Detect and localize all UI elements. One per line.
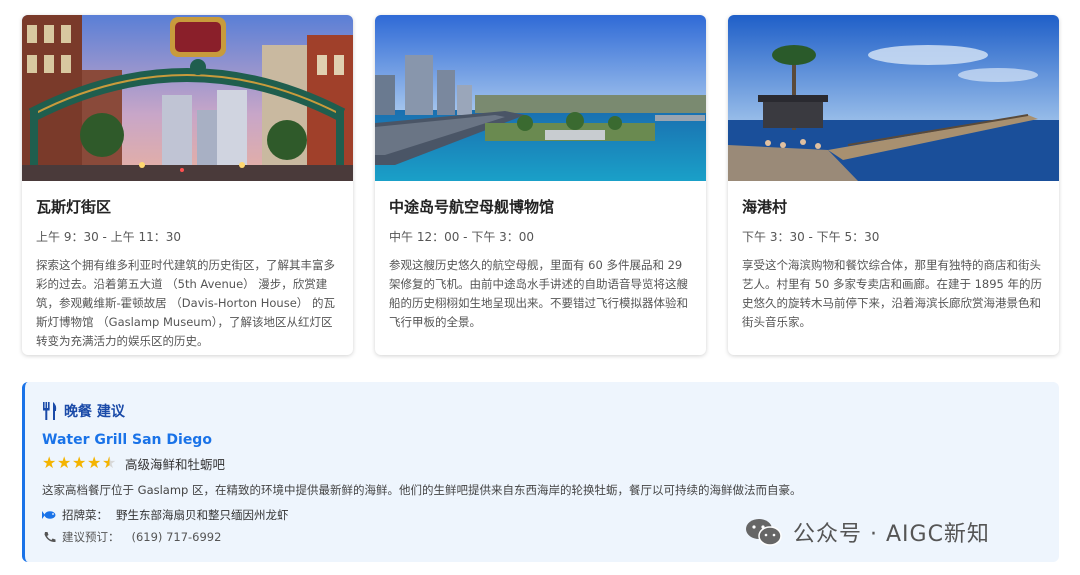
wechat-icon [746,519,782,546]
half-star-icon: ★ [102,453,117,472]
star-icon: ★ [57,453,72,472]
phone-number[interactable]: (619) 717-6992 [132,530,222,544]
card-title: 海港村 [742,198,788,216]
seaport-pier-photo [728,15,1059,181]
signature-value: 野生东部海扇贝和整只缅因州龙虾 [116,508,289,522]
card-time: 下午 3：30 - 下午 5：30 [742,230,880,244]
star-icon: ★ [72,453,87,472]
signature-label: 招牌菜： [62,508,108,522]
restaurant-type: 高级海鲜和牡蛎吧 [125,456,226,472]
wechat-watermark: 公众号 · AIGC新知 [745,515,990,549]
card-description: 探索这个拥有维多利亚时代建筑的历史街区，了解其丰富多彩的过去。沿着第五大道 （5… [36,258,335,348]
attraction-card-midway[interactable]: 中途岛号航空母舰博物馆 中午 12：00 - 下午 3：00 参观这艘历史悠久的… [375,15,706,355]
star-rating: ★ ★ ★ ★ ★ [42,454,117,472]
card-description: 享受这个海滨购物和餐饮综合体，那里有独特的商店和街头艺人。村里有 50 多家专卖… [742,258,1043,329]
restaurant-description: 这家高档餐厅位于 Gaslamp 区，在精致的环境中提供最新鲜的海鲜。他们的生鲜… [42,483,802,497]
attraction-card-seaport[interactable]: 海港村 下午 3：30 - 下午 5：30 享受这个海滨购物和餐饮综合体，那里有… [728,15,1059,355]
card-time: 中午 12：00 - 下午 3：00 [389,230,535,244]
star-icon: ★ [87,453,102,472]
harbor-carrier-photo [375,15,706,181]
phone-icon [44,532,56,543]
card-title: 瓦斯灯街区 [36,198,112,216]
star-icon: ★ [42,453,57,472]
attraction-card-gaslamp[interactable]: 瓦斯灯街区 上午 9：30 - 上午 11：30 探索这个拥有维多利亚时代建筑的… [22,15,353,355]
attraction-cards: 瓦斯灯街区 上午 9：30 - 上午 11：30 探索这个拥有维多利亚时代建筑的… [22,15,1060,355]
card-title: 中途岛号航空母舰博物馆 [389,198,555,216]
fish-icon [42,511,56,519]
card-description: 参观这艘历史悠久的航空母舰，里面有 60 多件展品和 29 架修复的飞机。由前中… [389,258,688,329]
watermark-text: 公众号 · AIGC新知 [793,522,990,547]
restaurant-name[interactable]: Water Grill San Diego [42,430,1059,450]
phone-label: 建议预订： [62,530,120,544]
gaslamp-arch-photo [22,15,353,181]
card-time: 上午 9：30 - 上午 11：30 [36,230,182,244]
dinner-title: 晚餐 建议 [64,404,125,420]
utensils-icon [43,402,57,420]
